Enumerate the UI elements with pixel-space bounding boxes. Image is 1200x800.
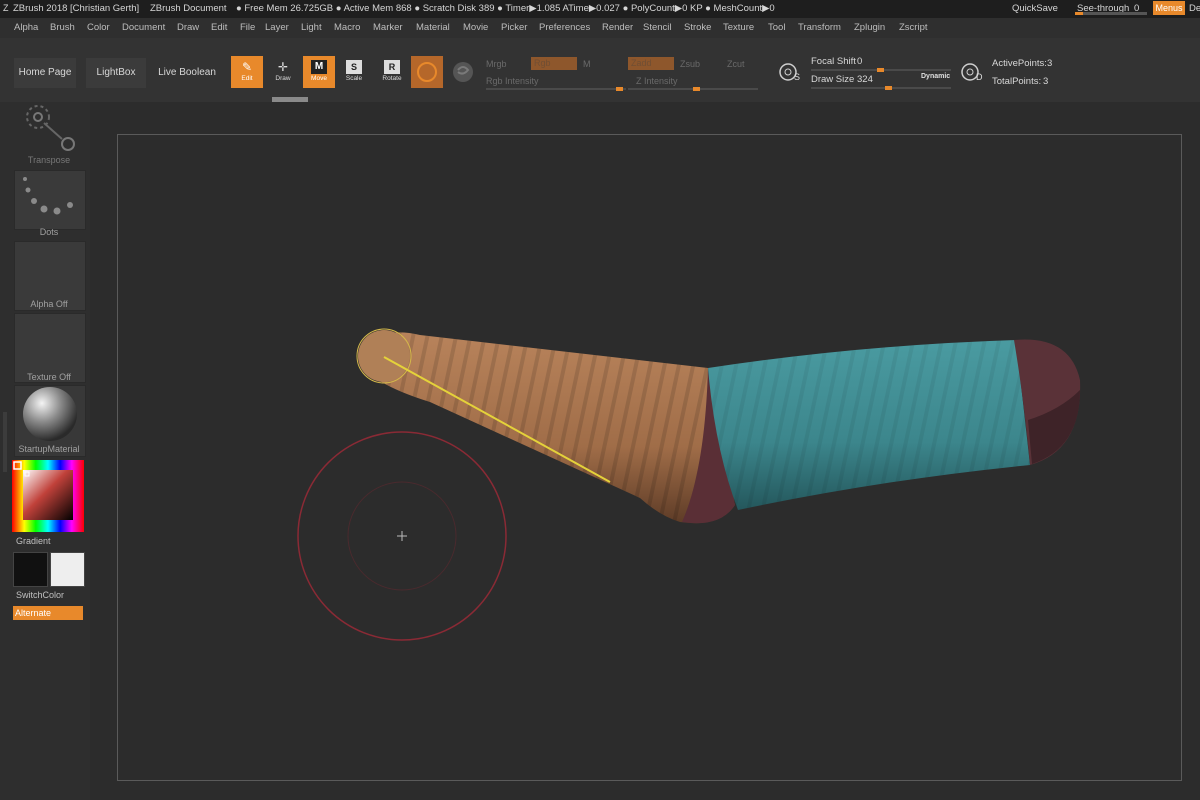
mesh-segment-skin[interactable] — [368, 332, 735, 524]
viewport-scene — [297, 328, 1081, 641]
mesh-segment-teal[interactable] — [708, 340, 1030, 510]
mesh-tip-sphere[interactable] — [358, 330, 410, 382]
